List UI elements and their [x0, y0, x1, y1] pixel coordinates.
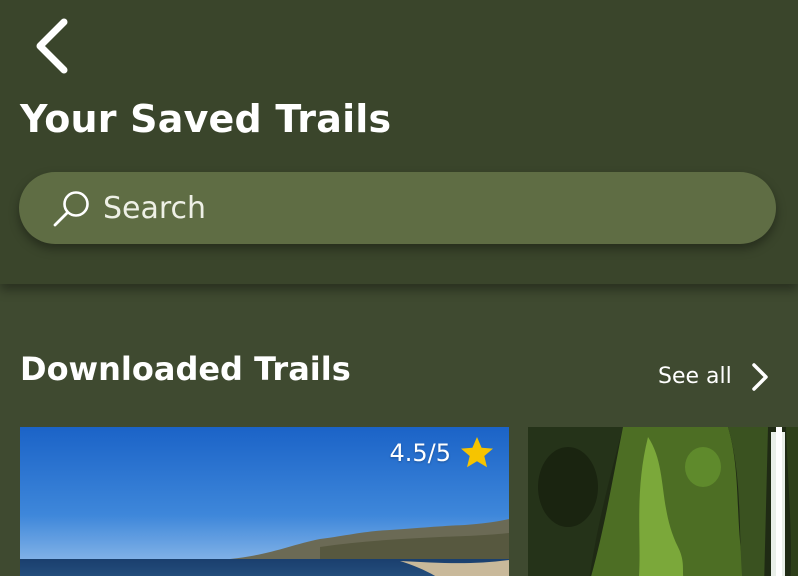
mossy-waterfall-photo: [528, 427, 798, 576]
star-icon: [461, 437, 493, 468]
see-all-label: See all: [658, 364, 732, 389]
search-bar[interactable]: [19, 172, 776, 244]
back-button[interactable]: [28, 14, 80, 80]
page-title: Your Saved Trails: [20, 97, 392, 141]
search-input[interactable]: [103, 186, 743, 230]
chevron-left-icon: [36, 18, 68, 74]
search-icon: [53, 191, 89, 227]
trail-card[interactable]: [528, 427, 798, 576]
chevron-right-icon: [752, 363, 768, 391]
section-title: Downloaded Trails: [20, 350, 351, 388]
rating-text: 4.5/5: [389, 439, 451, 467]
see-all-button[interactable]: See all: [658, 360, 778, 396]
app-screen: Your Saved Trails Downloaded Trails See …: [0, 0, 798, 576]
header: Your Saved Trails: [0, 0, 798, 284]
trail-card[interactable]: 4.5/5: [20, 427, 509, 576]
